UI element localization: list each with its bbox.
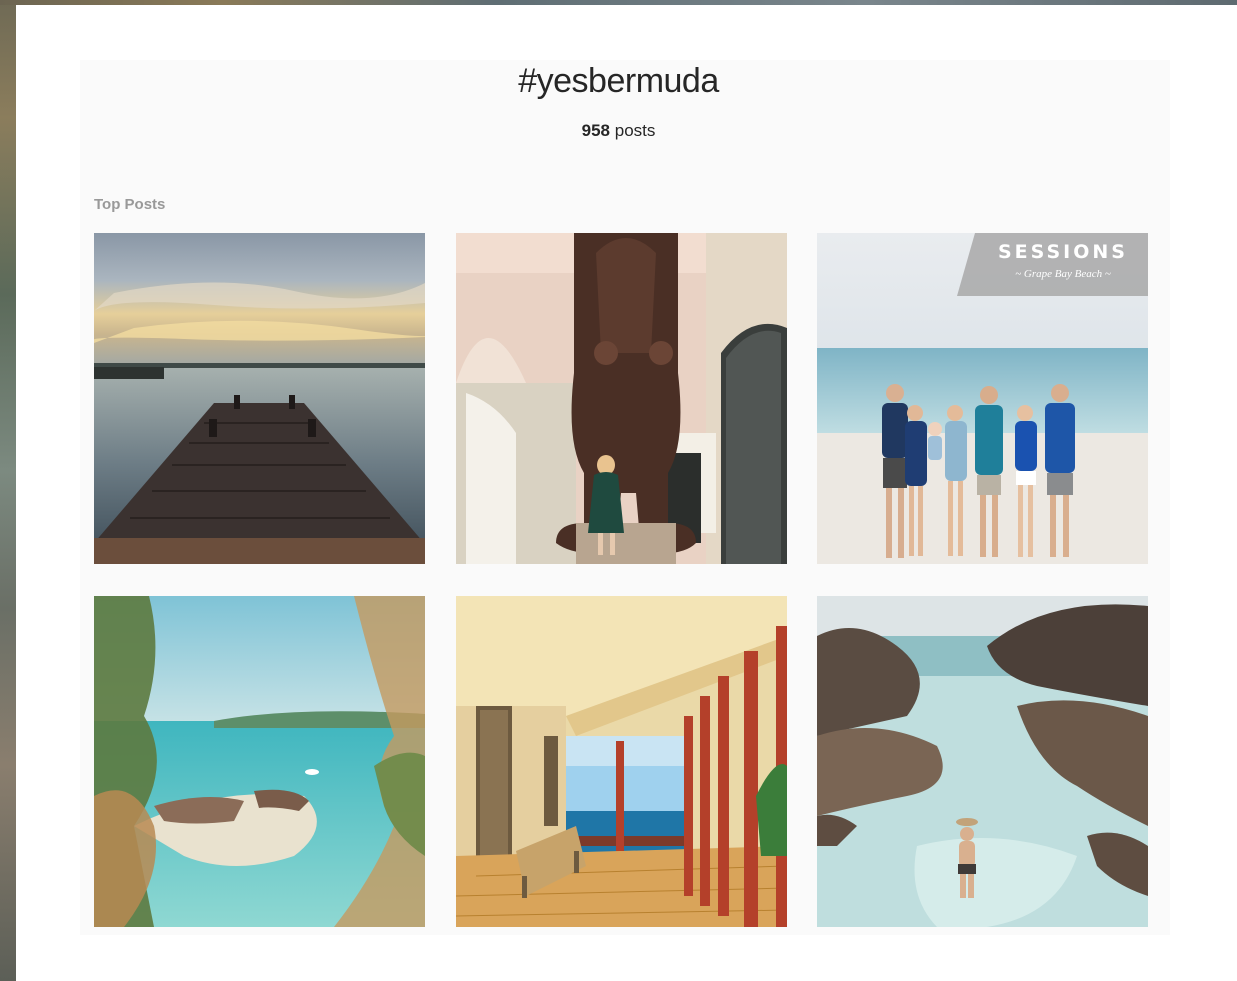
background-photo-edge-left	[0, 0, 16, 981]
hashtag-title: #yesbermuda	[518, 62, 719, 100]
post-thumbnail-veranda[interactable]	[456, 596, 787, 927]
post-thumbnail-dock-sunset[interactable]	[94, 233, 425, 564]
post-count-number: 958	[581, 121, 610, 140]
bronze-statue-image	[456, 233, 787, 564]
top-posts-heading: Top Posts	[94, 196, 166, 213]
post-count-label: posts	[614, 121, 656, 140]
post-thumbnail-family-sessions[interactable]: SESSIONS ~ Grape Bay Beach ~	[817, 233, 1148, 564]
post-thumbnail-turquoise-cove[interactable]	[94, 596, 425, 927]
banner-subtitle: ~ Grape Bay Beach ~	[1015, 268, 1111, 280]
veranda-image	[456, 596, 787, 927]
dock-sunset-image	[94, 233, 425, 564]
tide-pool-image	[817, 596, 1148, 927]
post-count: 958 posts	[0, 121, 1237, 141]
family-beach-image: SESSIONS ~ Grape Bay Beach ~	[817, 233, 1148, 564]
turquoise-cove-image	[94, 596, 425, 927]
banner-title: SESSIONS	[998, 241, 1128, 263]
post-thumbnail-rocky-tide-pool[interactable]	[817, 596, 1148, 927]
post-thumbnail-bronze-statue[interactable]	[456, 233, 787, 564]
